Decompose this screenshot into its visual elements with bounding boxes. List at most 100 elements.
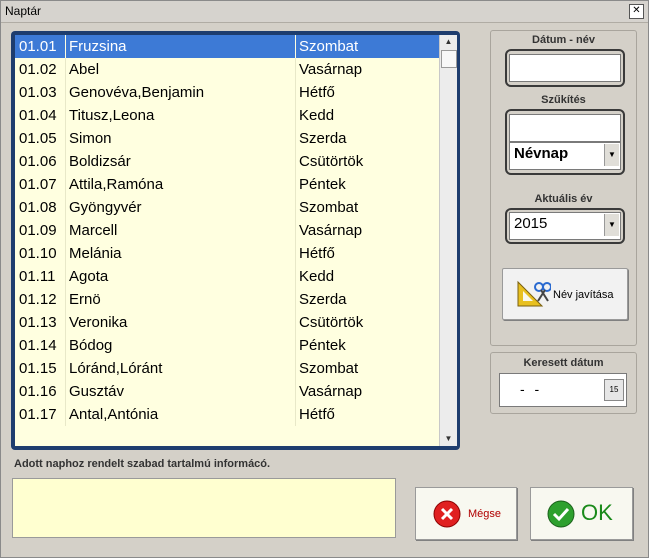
ok-button[interactable]: OK — [530, 487, 633, 540]
check-circle-icon — [547, 500, 575, 528]
list-item[interactable]: 01.10 Melánia Hétfő — [15, 242, 439, 265]
list-item[interactable]: 01.11 Agota Kedd — [15, 265, 439, 288]
list-item-day: Hétfő — [299, 84, 335, 101]
list-item[interactable]: 01.05 Simon Szerda — [15, 127, 439, 150]
ruler-scissors-icon — [517, 280, 551, 307]
list-item-day: Kedd — [299, 268, 335, 285]
cancel-label: Mégse — [468, 508, 502, 520]
list-item-day: Péntek — [299, 337, 346, 354]
list-item[interactable]: 01.03 Genovéva,Benjamin Hétfő — [15, 81, 439, 104]
list-item[interactable]: 01.01 Fruzsina Szombat — [15, 35, 439, 58]
nameday-list: 01.01 Fruzsina Szombat 01.02 Abel Vasárnap 01.… — [11, 31, 460, 450]
cancel-button[interactable]: Mégse — [415, 487, 517, 540]
list-item-day: Péntek — [299, 176, 346, 193]
list-item-date: 01.12 — [19, 291, 57, 308]
datum-box — [505, 49, 625, 87]
list-scrollbar[interactable]: ▲ ▼ — [439, 35, 457, 446]
szukites-select-value: Névnap — [514, 145, 569, 162]
list-item[interactable]: 01.15 Lóránd,Lóránt Szombat — [15, 357, 439, 380]
list-item-name: Titusz,Leona — [69, 107, 155, 124]
list-item-day: Szerda — [299, 291, 347, 308]
search-date-panel: Keresett dátum - - 15 — [490, 352, 637, 414]
list-item-name: Gyöngyvér — [69, 199, 142, 216]
list-item-day: Vasárnap — [299, 61, 363, 78]
list-item-day: Hétfő — [299, 406, 335, 423]
list-item[interactable]: 01.07 Attila,Ramóna Péntek — [15, 173, 439, 196]
list-item[interactable]: 01.17 Antal,Antónia Hétfő — [15, 403, 439, 426]
chevron-down-icon[interactable]: ▼ — [604, 144, 619, 166]
list-item[interactable]: 01.04 Titusz,Leona Kedd — [15, 104, 439, 127]
nameday-list-body: 01.01 Fruzsina Szombat 01.02 Abel Vasárnap 01.… — [15, 35, 439, 446]
list-item-name: Ernö — [69, 291, 101, 308]
list-item-date: 01.17 — [19, 406, 57, 423]
list-item[interactable]: 01.16 Gusztáv Vasárnap — [15, 380, 439, 403]
list-item-name: Lóránd,Lóránt — [69, 360, 163, 377]
scroll-thumb[interactable] — [441, 50, 457, 68]
list-item-date: 01.01 — [19, 38, 57, 55]
list-item-day: Csütörtök — [299, 153, 364, 170]
ok-label: OK — [581, 500, 613, 525]
list-item-date: 01.07 — [19, 176, 57, 193]
close-button[interactable]: ✕ — [629, 4, 644, 19]
list-item-date: 01.05 — [19, 130, 57, 147]
list-item-name: Bódog — [69, 337, 113, 354]
list-item-name: Melánia — [69, 245, 122, 262]
scroll-down-arrow-icon[interactable]: ▼ — [440, 432, 457, 446]
name-edit-button[interactable]: Név javítása — [502, 268, 628, 320]
list-item-day: Szombat — [299, 38, 359, 55]
list-item-date: 01.11 — [19, 268, 56, 285]
title-bar: Naptár ✕ — [1, 1, 648, 23]
chevron-down-icon[interactable]: ▼ — [604, 214, 619, 236]
list-item-name: Simon — [69, 130, 112, 147]
year-select-value: 2015 — [514, 215, 548, 232]
list-item-day: Hétfő — [299, 245, 335, 262]
list-item-name: Gusztáv — [69, 383, 125, 400]
list-item[interactable]: 01.09 Marcell Vasárnap — [15, 219, 439, 242]
szukites-select[interactable]: Névnap ▼ — [509, 142, 621, 170]
list-item-date: 01.03 — [19, 84, 57, 101]
list-item-date: 01.14 — [19, 337, 57, 354]
list-item-date: 01.04 — [19, 107, 57, 124]
list-item-name: Genovéva,Benjamin — [69, 84, 205, 101]
info-label: Adott naphoz rendelt szabad tartalmú inf… — [14, 458, 271, 470]
list-item-day: Csütörtök — [299, 314, 364, 331]
list-item-date: 01.09 — [19, 222, 57, 239]
list-item-date: 01.15 — [19, 360, 57, 377]
list-item-name: Attila,Ramóna — [69, 176, 164, 193]
list-item-name: Boldizsár — [69, 153, 131, 170]
ev-box: 2015 ▼ — [505, 208, 625, 244]
window-title: Naptár — [5, 4, 42, 18]
search-date-field[interactable]: - - 15 — [499, 373, 627, 407]
list-item[interactable]: 01.13 Veronika Csütörtök — [15, 311, 439, 334]
list-item[interactable]: 01.08 Gyöngyvér Szombat — [15, 196, 439, 219]
calendar-icon[interactable]: 15 — [604, 379, 624, 401]
szukites-label: Szűkítés — [541, 94, 586, 106]
list-item-date: 01.13 — [19, 314, 57, 331]
datum-input[interactable] — [509, 54, 621, 82]
list-item-day: Szombat — [299, 199, 359, 216]
keresett-label: Keresett dátum — [523, 357, 604, 369]
list-item-date: 01.08 — [19, 199, 57, 216]
list-item-name: Veronika — [69, 314, 128, 331]
list-item-day: Vasárnap — [299, 222, 363, 239]
list-item-day: Szerda — [299, 130, 347, 147]
list-item-name: Antal,Antónia — [69, 406, 159, 423]
year-select[interactable]: 2015 ▼ — [509, 212, 621, 240]
scroll-up-arrow-icon[interactable]: ▲ — [440, 35, 457, 49]
list-item[interactable]: 01.06 Boldizsár Csütörtök — [15, 150, 439, 173]
list-item-date: 01.10 — [19, 245, 57, 262]
list-item[interactable]: 01.02 Abel Vasárnap — [15, 58, 439, 81]
list-item-date: 01.02 — [19, 61, 57, 78]
szukites-input[interactable] — [509, 114, 621, 142]
list-item[interactable]: 01.12 Ernö Szerda — [15, 288, 439, 311]
x-circle-icon — [433, 500, 461, 528]
search-date-value: - - — [520, 381, 543, 397]
list-item-name: Agota — [69, 268, 109, 285]
list-item-name: Marcell — [69, 222, 118, 239]
list-item-day: Vasárnap — [299, 383, 363, 400]
list-item-date: 01.06 — [19, 153, 57, 170]
szukites-box: Névnap ▼ — [505, 109, 625, 175]
info-text-area[interactable] — [12, 478, 396, 538]
list-item-date: 01.16 — [19, 383, 57, 400]
list-item[interactable]: 01.14 Bódog Péntek — [15, 334, 439, 357]
